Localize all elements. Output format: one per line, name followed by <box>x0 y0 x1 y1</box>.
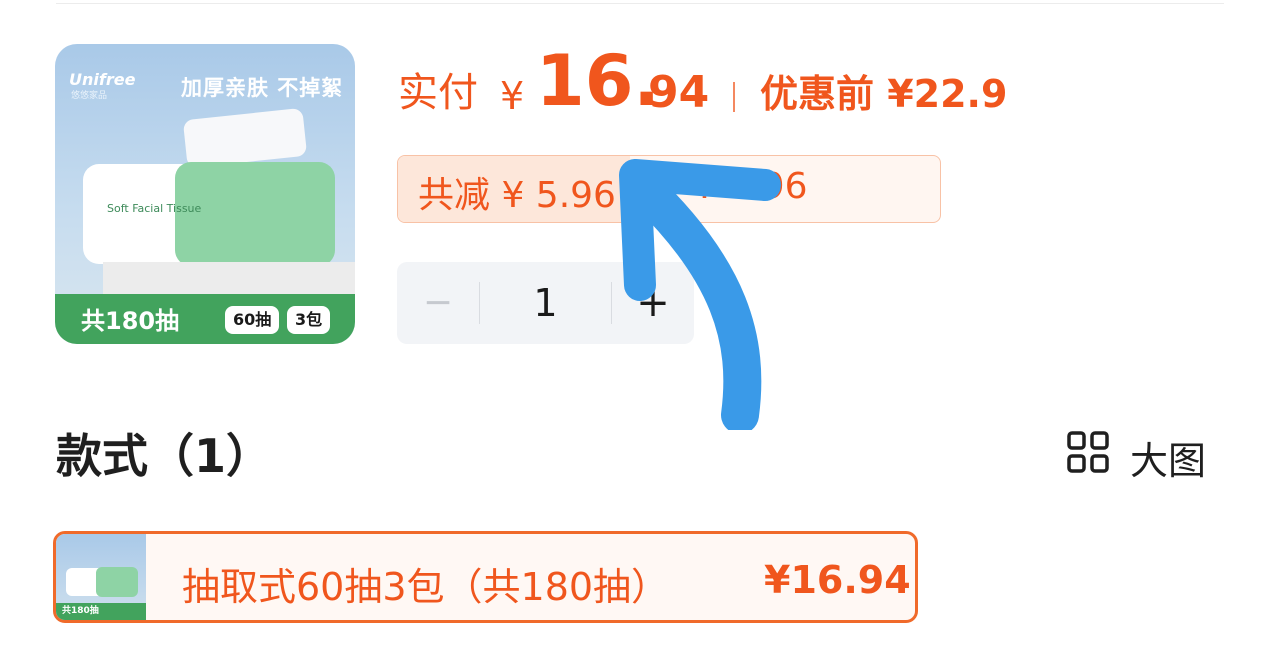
price-separator <box>733 82 735 112</box>
annotation-arrow <box>619 159 781 430</box>
grid-icon <box>1067 431 1109 473</box>
image-slogan: 加厚亲肤 不掉絮 <box>181 76 344 100</box>
discount-total: 共减 ¥ 5.96 <box>418 175 616 216</box>
paid-label: 实付 <box>398 70 478 116</box>
image-pill-packs: 3包 <box>287 306 331 334</box>
quantity-value[interactable]: 1 <box>480 262 611 344</box>
image-brand-cn: 悠悠家品 <box>71 91 108 101</box>
image-tissue <box>182 107 308 169</box>
sku-thumb-label: 共180抽 <box>56 603 146 620</box>
sku-thumb-pack-green <box>96 567 138 597</box>
image-pack-label: Soft Facial Tissue <box>107 202 202 215</box>
paid-price-decimal: 94 <box>648 67 710 118</box>
top-divider <box>56 3 1224 4</box>
style-section-title: 款式（1） <box>56 429 273 483</box>
view-big-label: 大图 <box>1130 439 1207 483</box>
paid-price-integer: 16. <box>536 40 661 122</box>
sku-option-selected[interactable]: 共180抽 抽取式60抽3包（共180抽） ¥16.94 <box>53 531 918 623</box>
image-total: 共180抽 <box>81 307 180 335</box>
sku-name: 抽取式60抽3包（共180抽） <box>182 565 670 609</box>
paid-currency: ¥ <box>500 74 525 118</box>
original-price: 优惠前 ¥22.9 <box>760 72 1008 116</box>
product-image[interactable]: Unifree 悠悠家品 加厚亲肤 不掉絮 Soft Facial Tissue… <box>55 44 355 344</box>
image-band: 共180抽 60抽 3包 <box>55 294 355 344</box>
sku-thumbnail: 共180抽 <box>56 534 146 620</box>
image-stone <box>103 262 355 294</box>
image-brand: Unifree <box>69 70 136 89</box>
image-pill-count: 60抽 <box>225 306 280 334</box>
decrement-button[interactable]: − <box>397 262 479 344</box>
sku-price: ¥16.94 <box>764 558 911 602</box>
